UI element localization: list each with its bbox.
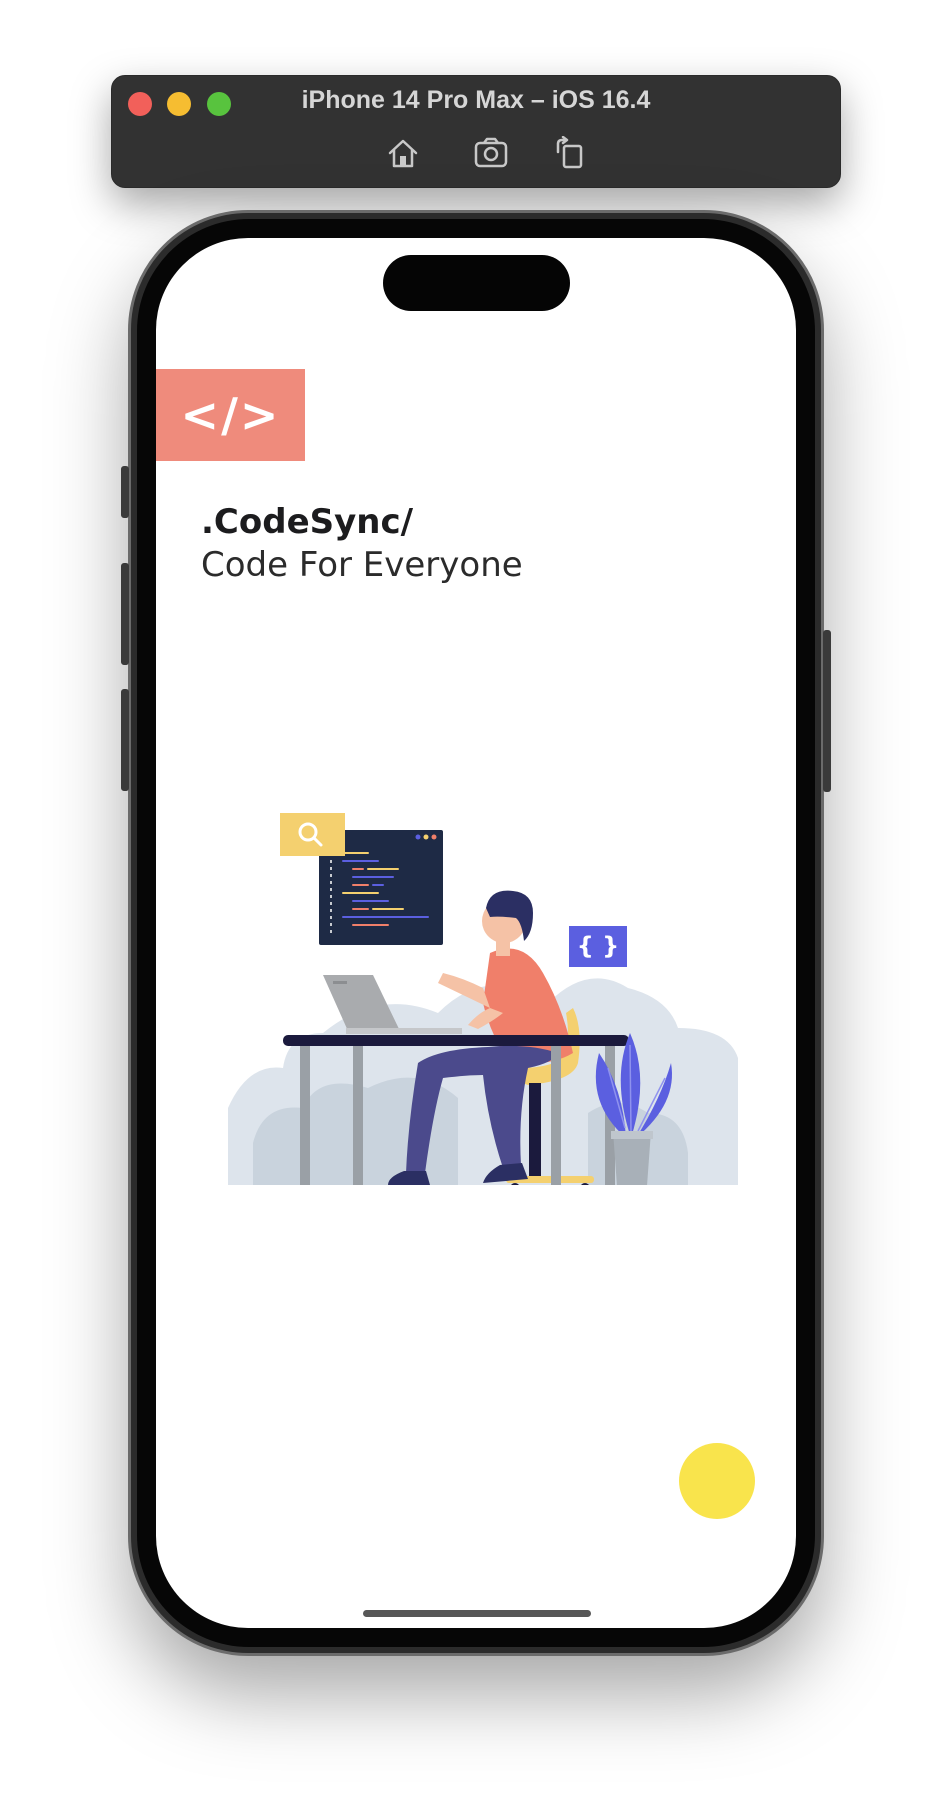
- brand-name: .CodeSync/: [201, 502, 414, 542]
- tagline: Code For Everyone: [201, 545, 523, 585]
- next-action-button[interactable]: [679, 1443, 755, 1519]
- desk: [283, 1035, 629, 1046]
- home-icon: [388, 139, 418, 168]
- rotate-icon: [556, 135, 583, 169]
- home-button[interactable]: [385, 136, 421, 170]
- power-button: [823, 630, 831, 792]
- app-logo: </>: [156, 369, 305, 461]
- app-screen: </> .CodeSync/ Code For Everyone {}: [156, 238, 796, 1628]
- screenshot-button[interactable]: [473, 136, 509, 170]
- volume-down-button: [121, 689, 129, 791]
- rotate-button[interactable]: [552, 135, 588, 170]
- search-badge: [280, 813, 345, 856]
- camera-icon: [474, 137, 508, 168]
- action-button: [121, 466, 129, 518]
- simulator-title: iPhone 14 Pro Max – iOS 16.4: [301, 86, 651, 114]
- dynamic-island: [383, 255, 570, 311]
- braces-badge-text: { }: [577, 932, 620, 960]
- home-indicator: [363, 1610, 591, 1617]
- volume-up-button: [121, 563, 129, 665]
- developer-illustration: { }: [228, 813, 738, 1253]
- logo-code-text: </>: [180, 388, 281, 442]
